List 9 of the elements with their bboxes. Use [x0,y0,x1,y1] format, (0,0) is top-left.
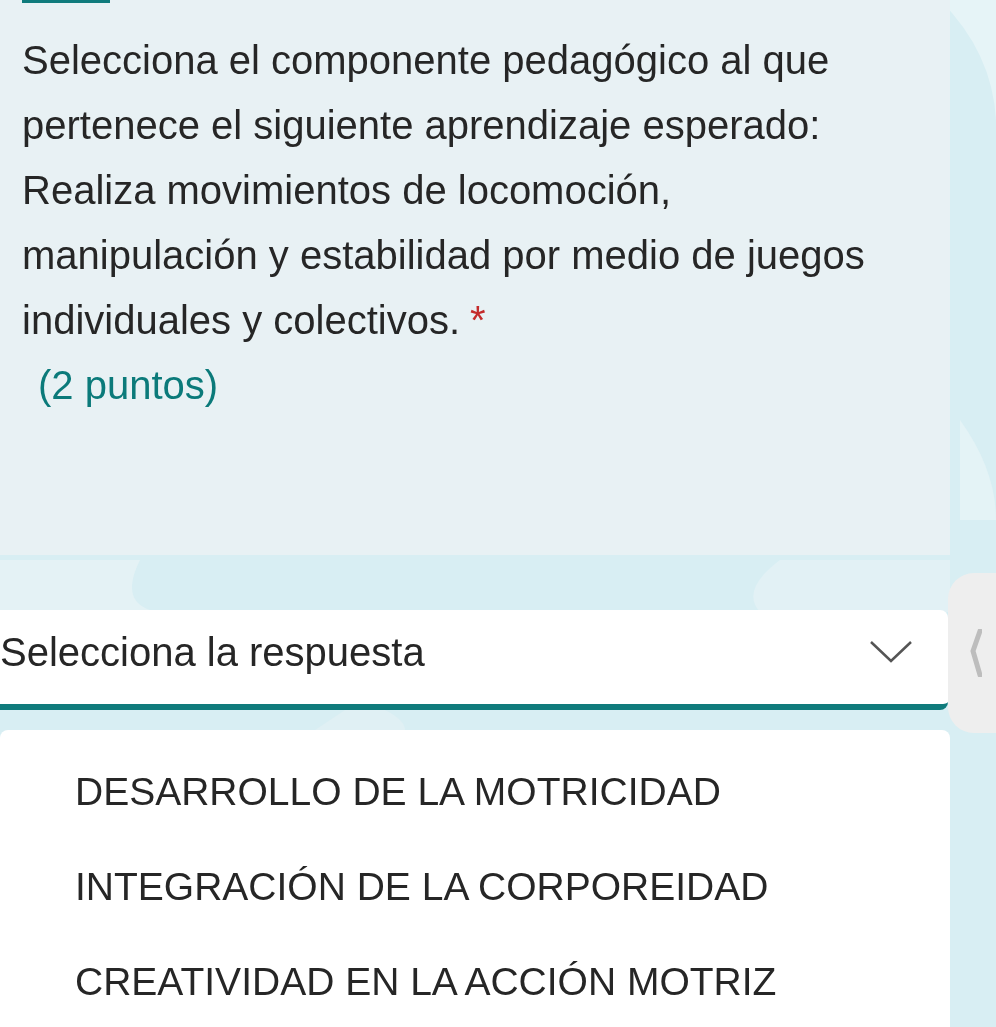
side-panel-tab[interactable] [948,573,996,733]
answer-dropdown[interactable]: Selecciona la respuesta [0,610,948,710]
chevron-down-icon [870,641,912,663]
question-text: Selecciona el componente pedagógico al que pertenece el siguiente aprendizaje esperado: Realiza movimientos de locomoción, manipulación y estabilidad por medio de juegos individuales y colectivos. * [22,37,866,344]
option-item[interactable]: INTEGRACIÓN DE LA CORPOREIDAD [0,839,950,934]
points-label: (2 puntos) [37,362,220,409]
option-item[interactable]: CREATIVIDAD EN LA ACCIÓN MOTRIZ [0,934,950,1027]
option-item[interactable]: DESARROLLO DE LA MOTRICIDAD [0,744,950,839]
chevron-left-icon [970,629,982,677]
